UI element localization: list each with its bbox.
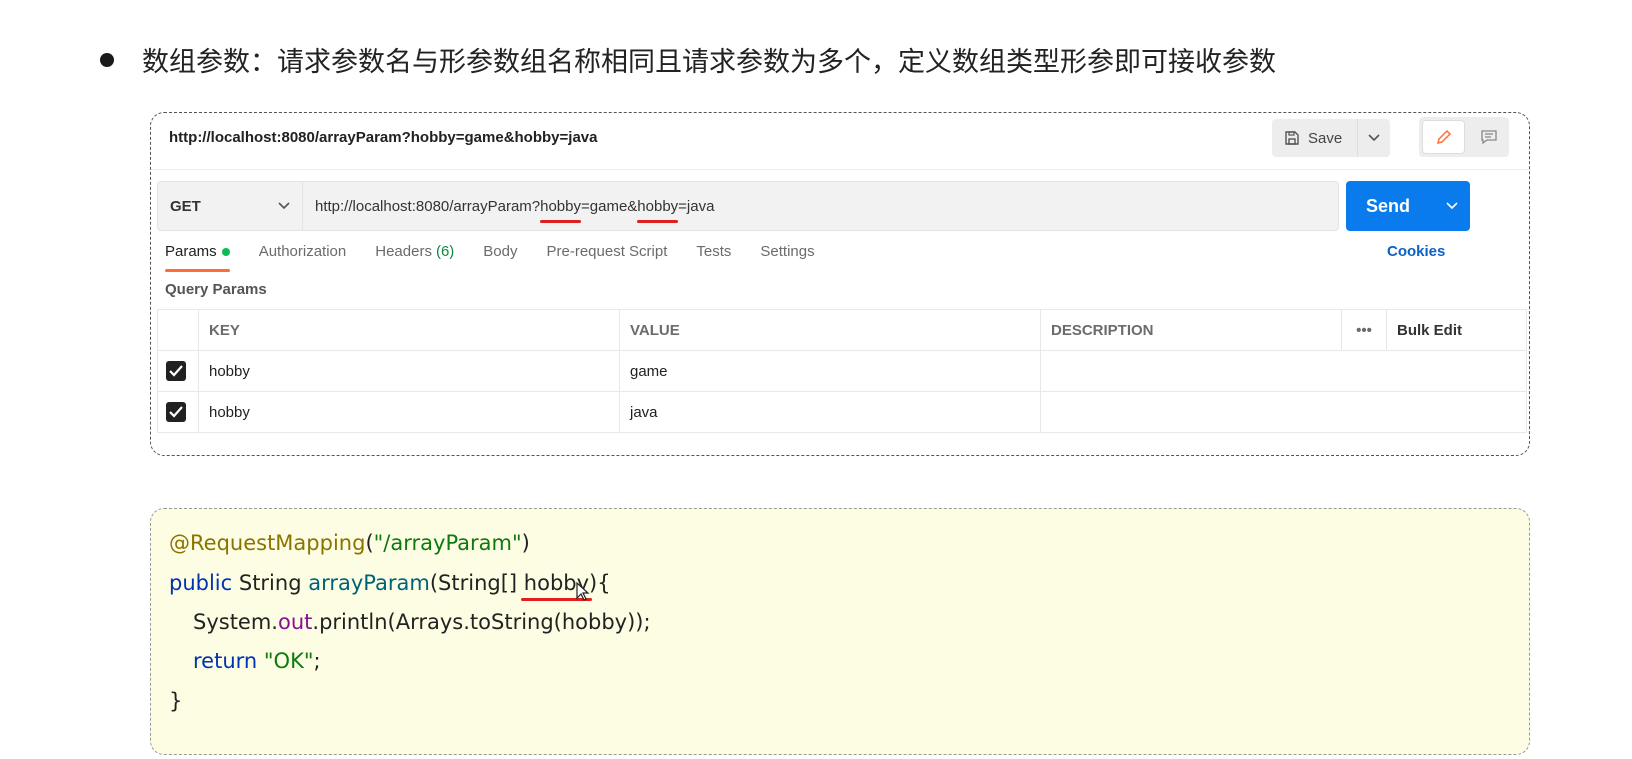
checkmark-icon <box>169 365 183 377</box>
tab-headers[interactable]: Headers (6) <box>375 241 454 272</box>
url-param-key-1: hobby <box>540 197 581 223</box>
value-header: VALUE <box>619 309 1041 351</box>
method-value: GET <box>170 197 201 215</box>
code-text: System. <box>193 610 278 634</box>
code-text: ; <box>313 649 321 673</box>
send-dropdown-button[interactable] <box>1434 202 1470 210</box>
save-button[interactable]: Save <box>1272 119 1357 157</box>
save-icon <box>1285 131 1299 145</box>
url-mid: =game& <box>581 197 638 215</box>
mapping-path: "/arrayParam" <box>373 531 522 555</box>
view-toolbar <box>1419 117 1509 157</box>
tab-params[interactable]: Params <box>165 241 230 272</box>
tab-headers-label: Headers <box>375 243 432 260</box>
code-line-1: @RequestMapping("/arrayParam") <box>169 531 530 555</box>
param-value[interactable]: java <box>619 391 1041 433</box>
row-checkbox-cell <box>157 391 199 433</box>
keyword: public <box>169 571 233 595</box>
bulk-edit-button[interactable]: Bulk Edit <box>1386 309 1527 351</box>
tab-authorization[interactable]: Authorization <box>259 241 347 272</box>
query-params-table: KEY VALUE DESCRIPTION ••• Bulk Edit hobb… <box>157 309 1527 433</box>
tab-body[interactable]: Body <box>483 241 517 272</box>
key-header: KEY <box>198 309 620 351</box>
annotation: @RequestMapping <box>169 531 366 555</box>
headers-count-badge: (6) <box>435 243 455 260</box>
chevron-down-icon <box>1368 134 1380 142</box>
row-checkbox[interactable] <box>166 361 186 381</box>
slide-bullet: 数组参数：请求参数名与形参数组名称相同且请求参数为多个，定义数组类型形参即可接收… <box>100 40 1276 79</box>
comments-button[interactable] <box>1468 117 1509 157</box>
params-active-dot <box>221 247 230 256</box>
url-param-key-2: hobby <box>637 197 679 223</box>
chevron-down-icon <box>1446 202 1458 210</box>
description-header: DESCRIPTION <box>1040 309 1342 351</box>
code-line-4: return "OK"; <box>193 649 321 673</box>
param-description[interactable] <box>1040 350 1527 392</box>
code-line-3: System.out.println(Arrays.toString(hobby… <box>193 610 651 634</box>
table-row: hobby game <box>157 350 1527 392</box>
code-paren: ( <box>365 531 374 555</box>
tab-prerequest-script[interactable]: Pre-request Script <box>547 241 668 272</box>
code-line-2: public String arrayParam(String[] hobby)… <box>169 571 611 595</box>
save-button-group: Save <box>1272 119 1390 157</box>
checkbox-header <box>157 309 199 351</box>
url-suffix: =java <box>678 197 715 215</box>
param-description[interactable] <box>1040 391 1527 433</box>
bullet-dot <box>100 52 114 67</box>
send-button[interactable]: Send <box>1346 196 1434 217</box>
url-prefix: http://localhost:8080/arrayParam? <box>315 197 541 215</box>
code-brace: ){ <box>589 571 611 595</box>
return-string: "OK" <box>263 649 314 673</box>
postman-request-panel: http://localhost:8080/arrayParam?hobby=g… <box>150 112 1530 456</box>
method-select[interactable]: GET <box>157 181 303 231</box>
checkmark-icon <box>169 406 183 418</box>
cookies-link[interactable]: Cookies <box>1387 243 1445 260</box>
tab-settings[interactable]: Settings <box>760 241 814 272</box>
table-row: hobby java <box>157 391 1527 433</box>
param-value[interactable]: game <box>619 350 1041 392</box>
send-button-group: Send <box>1346 181 1470 231</box>
chevron-down-icon <box>278 202 290 210</box>
keyword: return <box>193 649 264 673</box>
save-dropdown-button[interactable] <box>1356 119 1390 157</box>
param-key[interactable]: hobby <box>198 391 620 433</box>
param-key[interactable]: hobby <box>198 350 620 392</box>
request-title: http://localhost:8080/arrayParam?hobby=g… <box>169 129 598 146</box>
mouse-pointer-icon <box>576 582 590 601</box>
request-tabs: Params Authorization Headers (6) Body Pr… <box>165 241 844 272</box>
divider <box>151 169 1529 170</box>
query-params-label: Query Params <box>165 281 267 298</box>
return-type: String <box>232 571 309 595</box>
code-text: .println(Arrays.toString(hobby)); <box>312 610 651 634</box>
code-line-5: } <box>169 689 183 713</box>
slide-heading: 数组参数：请求参数名与形参数组名称相同且请求参数为多个，定义数组类型形参即可接收… <box>142 47 1276 78</box>
table-header-row: KEY VALUE DESCRIPTION ••• Bulk Edit <box>157 309 1527 351</box>
method-name: arrayParam <box>308 571 430 595</box>
row-checkbox[interactable] <box>166 402 186 422</box>
more-options-button[interactable]: ••• <box>1341 309 1387 351</box>
param-type: (String[] <box>429 571 524 595</box>
edit-button[interactable] <box>1422 120 1465 154</box>
code-paren: ) <box>521 531 530 555</box>
tab-tests[interactable]: Tests <box>696 241 731 272</box>
field-out: out <box>277 610 313 634</box>
pencil-icon <box>1436 129 1451 145</box>
tab-params-label: Params <box>165 243 217 260</box>
save-label: Save <box>1308 129 1343 147</box>
comment-icon <box>1480 130 1497 145</box>
row-checkbox-cell <box>157 350 199 392</box>
code-snippet-panel: @RequestMapping("/arrayParam") public St… <box>150 508 1530 755</box>
url-input[interactable]: http://localhost:8080/arrayParam? hobby =g… <box>303 181 1339 231</box>
